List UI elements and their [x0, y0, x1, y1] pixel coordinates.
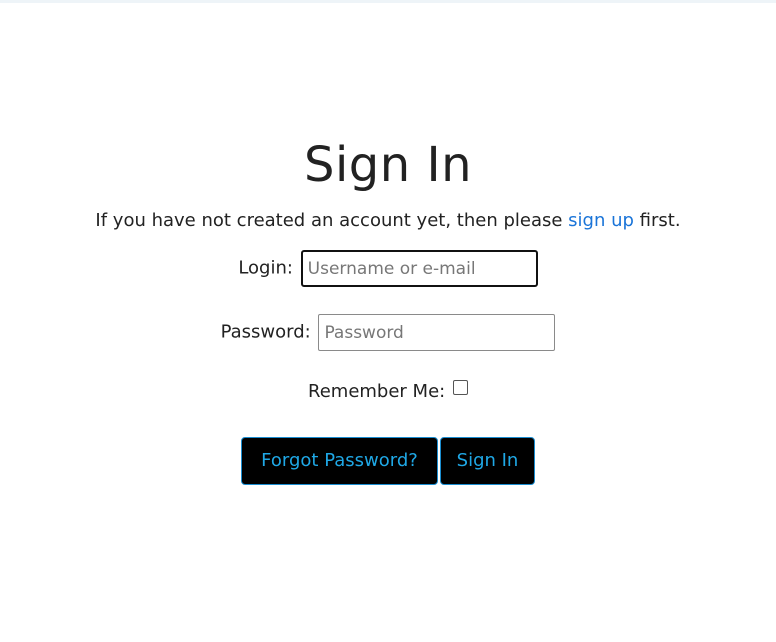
- signin-form: Sign In If you have not created an accou…: [0, 136, 776, 485]
- remember-checkbox[interactable]: [452, 380, 468, 395]
- password-label: Password:: [220, 321, 311, 343]
- forgot-password-button[interactable]: Forgot Password?: [241, 437, 438, 485]
- button-row: Forgot Password? Sign In: [0, 437, 776, 485]
- sign-in-button[interactable]: Sign In: [440, 437, 535, 485]
- top-divider: [0, 0, 776, 3]
- remember-label: Remember Me:: [308, 381, 446, 402]
- signup-prompt: If you have not created an account yet, …: [0, 209, 776, 233]
- page-title: Sign In: [303, 137, 473, 193]
- password-input[interactable]: [318, 314, 556, 351]
- signup-prompt-prefix: If you have not created an account yet, …: [95, 210, 569, 231]
- remember-row: Remember Me:: [0, 380, 776, 404]
- login-row: Login:: [0, 250, 776, 287]
- signup-prompt-suffix: first.: [633, 210, 681, 231]
- login-input[interactable]: [300, 250, 538, 287]
- login-label: Login:: [238, 257, 293, 279]
- password-row: Password:: [0, 314, 776, 351]
- signin-page: Sign In If you have not created an accou…: [0, 0, 776, 642]
- signup-link[interactable]: sign up: [568, 210, 634, 231]
